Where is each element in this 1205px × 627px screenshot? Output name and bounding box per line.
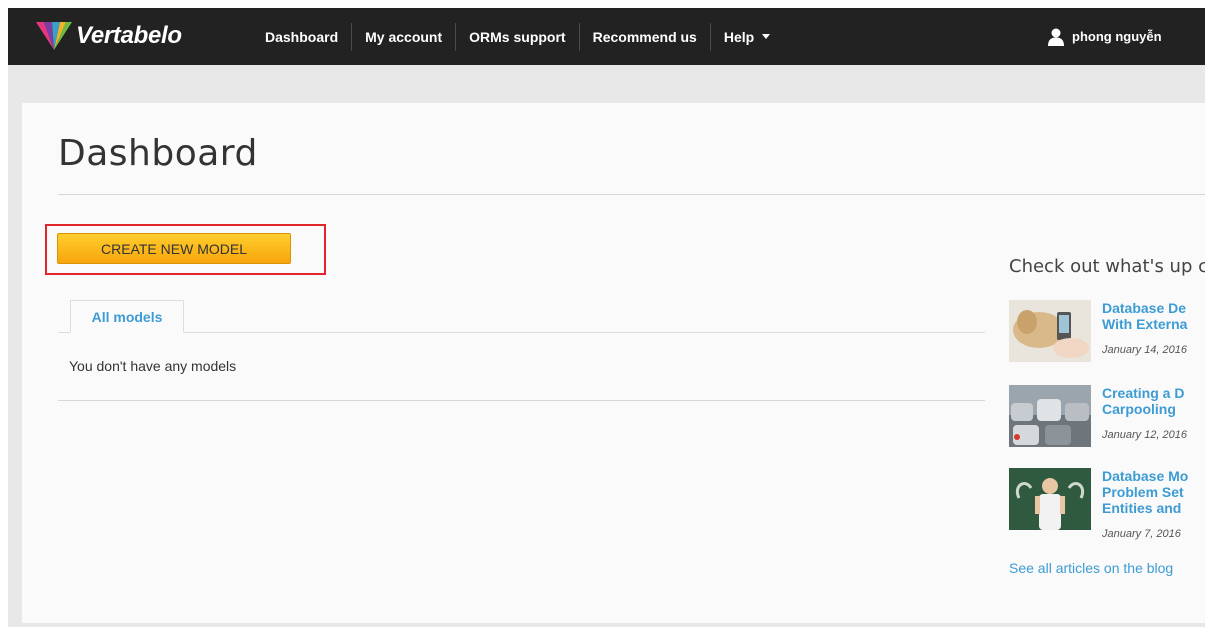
create-new-model-button[interactable]: CREATE NEW MODEL [57, 233, 291, 264]
nav-recommend-us[interactable]: Recommend us [578, 22, 710, 51]
top-navbar: Vertabelo Dashboard My account ORMs supp… [8, 8, 1205, 65]
divider [58, 400, 985, 401]
tabs-divider [58, 332, 985, 333]
dashboard-card: Dashboard CREATE NEW MODEL All models Yo… [22, 103, 1205, 623]
article-thumbnail[interactable] [1009, 468, 1091, 530]
article-title-line: Entities and [1102, 500, 1182, 516]
user-menu[interactable]: phong nguyễn [1048, 8, 1162, 65]
see-all-articles-link[interactable]: See all articles on the blog [1009, 560, 1173, 576]
nav-dashboard[interactable]: Dashboard [252, 23, 351, 51]
article-date: January 7, 2016 [1102, 528, 1181, 540]
empty-models-message: You don't have any models [69, 358, 237, 374]
chevron-down-icon [762, 34, 771, 39]
article-title[interactable]: Creating a D Carpooling [1102, 385, 1205, 417]
brand-logo[interactable]: Vertabelo [36, 16, 182, 56]
vertabelo-logo-icon [36, 22, 72, 50]
article-title[interactable]: Database Mo Problem Set Entities and [1102, 468, 1205, 516]
page: Vertabelo Dashboard My account ORMs supp… [8, 8, 1205, 627]
article-thumbnail[interactable] [1009, 385, 1091, 447]
article-title-line: Problem Set [1102, 484, 1184, 500]
nav-my-account[interactable]: My account [351, 22, 455, 51]
divider [58, 194, 1205, 195]
article-title-line: Database De [1102, 300, 1187, 316]
brand-name: Vertabelo [76, 22, 182, 49]
article-title-line: Creating a D [1102, 385, 1185, 401]
blog-heading: Check out what's up c [1009, 256, 1205, 277]
main-nav: Dashboard My account ORMs support Recomm… [252, 8, 783, 65]
nav-orms-support[interactable]: ORMs support [455, 22, 578, 51]
tab-all-models[interactable]: All models [70, 300, 184, 333]
article-title-line: Database Mo [1102, 468, 1189, 484]
article-date: January 14, 2016 [1102, 344, 1188, 356]
article-thumbnail[interactable] [1009, 300, 1091, 362]
article-date: January 12, 2016 [1102, 429, 1188, 441]
nav-help-label: Help [723, 28, 755, 45]
article-title-line: Carpooling [1102, 401, 1176, 417]
page-title: Dashboard [58, 133, 258, 174]
article-title-line: With Externa [1102, 316, 1188, 332]
user-name: phong nguyễn [1072, 29, 1162, 44]
article-title[interactable]: Database De With Externa [1102, 300, 1205, 332]
user-icon [1048, 28, 1064, 46]
nav-help[interactable]: Help [709, 22, 783, 51]
